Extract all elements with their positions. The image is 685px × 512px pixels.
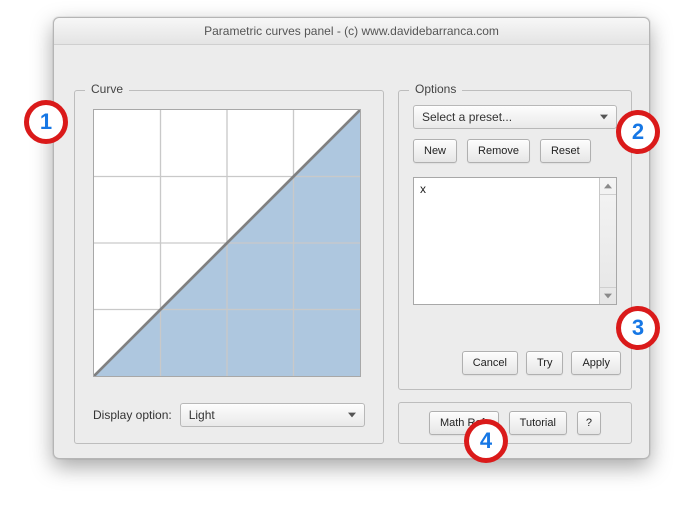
- reset-button[interactable]: Reset: [540, 139, 591, 163]
- annotation-2: 2: [616, 110, 660, 154]
- tutorial-button[interactable]: Tutorial: [509, 411, 567, 435]
- curve-svg: [94, 110, 360, 376]
- annotation-3: 3: [616, 306, 660, 350]
- options-groupbox: Options Select a preset... New Remove Re…: [398, 90, 632, 390]
- curve-plot: [93, 109, 361, 377]
- annotation-1: 1: [24, 100, 68, 144]
- window-content: Curve Display option: Light: [54, 44, 649, 458]
- curve-legend: Curve: [85, 82, 129, 96]
- options-legend: Options: [409, 82, 462, 96]
- display-option-value: Light: [189, 408, 215, 422]
- try-button[interactable]: Try: [526, 351, 563, 375]
- annotation-4: 4: [464, 419, 508, 463]
- display-option-label: Display option:: [93, 408, 172, 422]
- scroll-up-icon[interactable]: [600, 178, 616, 195]
- formula-box: [413, 177, 617, 305]
- window: Parametric curves panel - (c) www.davide…: [53, 17, 650, 459]
- chevron-down-icon: [344, 407, 360, 423]
- scroll-down-icon[interactable]: [600, 287, 616, 304]
- new-button[interactable]: New: [413, 139, 457, 163]
- apply-button[interactable]: Apply: [571, 351, 621, 375]
- remove-button[interactable]: Remove: [467, 139, 530, 163]
- chevron-down-icon: [596, 109, 612, 125]
- window-title: Parametric curves panel - (c) www.davide…: [54, 18, 649, 45]
- help-groupbox: Math Ref. Tutorial ?: [398, 402, 632, 444]
- display-option-dropdown[interactable]: Light: [180, 403, 365, 427]
- preset-value: Select a preset...: [422, 110, 512, 124]
- cancel-button[interactable]: Cancel: [462, 351, 518, 375]
- preset-dropdown[interactable]: Select a preset...: [413, 105, 617, 129]
- formula-input[interactable]: [414, 178, 600, 304]
- help-button[interactable]: ?: [577, 411, 601, 435]
- curve-groupbox: Curve Display option: Light: [74, 90, 384, 444]
- formula-scrollbar[interactable]: [599, 178, 616, 304]
- display-option-row: Display option: Light: [93, 403, 365, 427]
